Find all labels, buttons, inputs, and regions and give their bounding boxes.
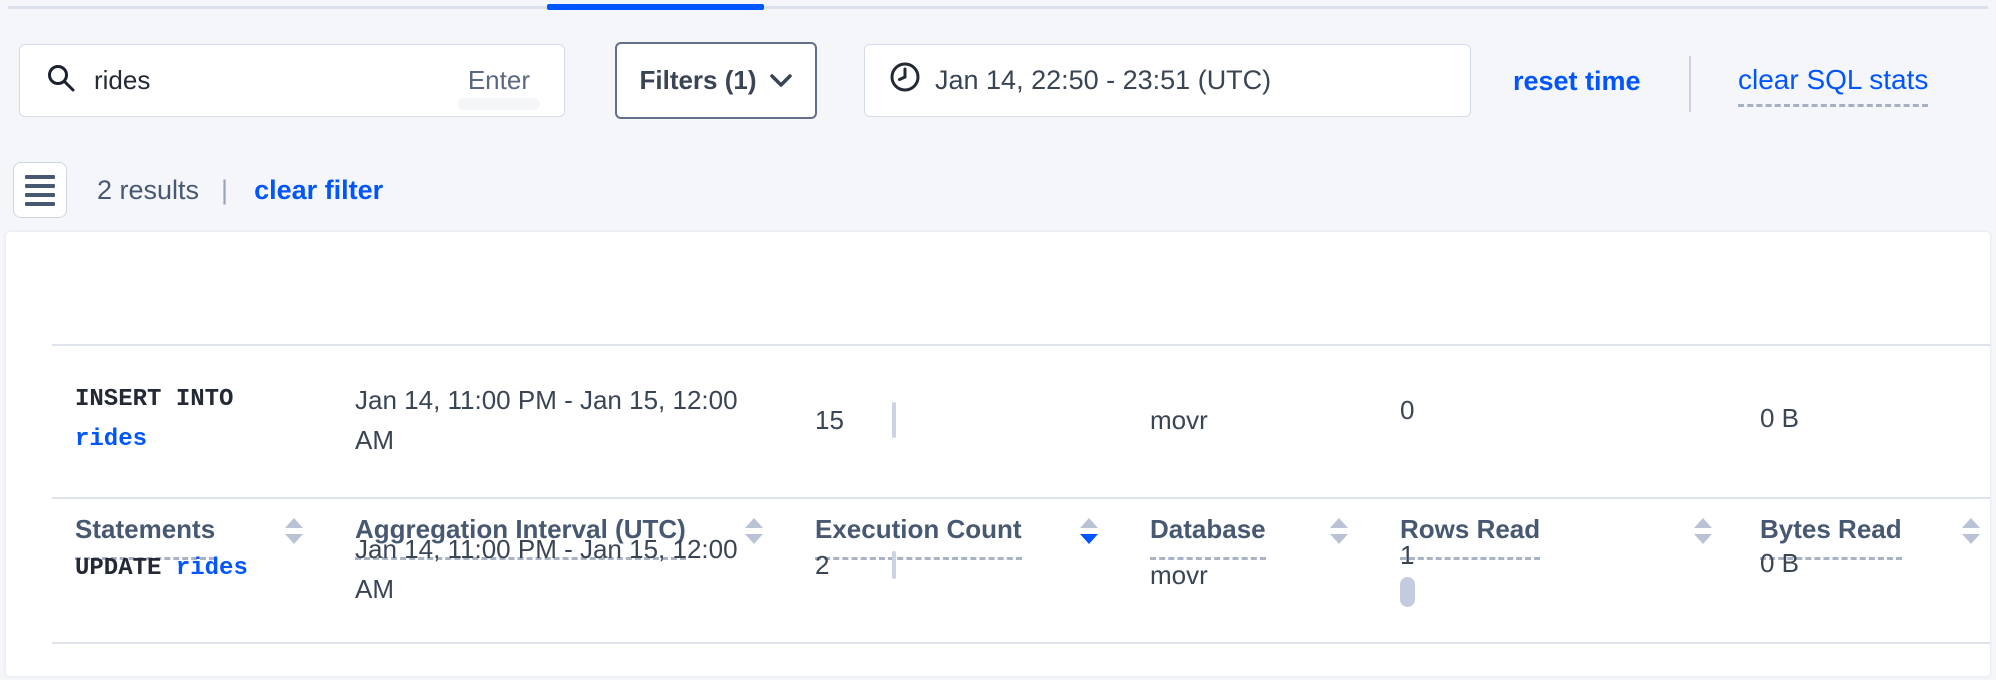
execution-count-cell: 2 [815,545,896,585]
sql-activity-page: Enter Filters (1) Jan 14, 22:50 - 23:51 … [0,0,1996,680]
bytes-read-cell: 0 B [1760,543,1799,583]
table-row[interactable]: UPDATE rides Jan 14, 11:00 PM - Jan 15, … [6,499,1990,642]
aggregation-interval-cell: Jan 14, 11:00 PM - Jan 15, 12:00 AM [355,380,755,460]
rows-read-cell: 1 [1400,535,1415,607]
tab-strip [0,0,1996,8]
rows-read-cell: 0 [1400,390,1414,430]
columns-icon [25,175,55,206]
statement-keyword: UPDATE [75,555,161,582]
chevron-down-icon [769,65,793,96]
column-selector-button[interactable] [13,162,67,218]
active-tab-indicator [547,4,764,10]
statement-cell: UPDATE rides [75,549,307,589]
table-row[interactable]: INSERT INTO rides Jan 14, 11:00 PM - Jan… [6,346,1990,497]
bytes-read-cell: 0 B [1760,398,1799,438]
search-box[interactable]: Enter [19,44,565,117]
time-range-label: Jan 14, 22:50 - 23:51 (UTC) [935,65,1271,96]
rows-read-bar [1400,577,1415,607]
rows-read-value: 0 [1400,390,1414,430]
database-cell: movr [1150,555,1208,595]
statement-keyword: INSERT INTO [75,386,233,413]
filters-button-label: Filters (1) [639,65,756,96]
results-count: 2 results [97,175,199,206]
database-cell: movr [1150,400,1208,440]
tab-strip-baseline [8,6,1988,9]
time-range-picker[interactable]: Jan 14, 22:50 - 23:51 (UTC) [864,44,1471,117]
statement-cell: INSERT INTO rides [75,380,307,460]
clear-filter-link[interactable]: clear filter [254,175,383,206]
execution-count-value: 15 [815,400,863,440]
bottom-divider [52,642,1990,644]
execution-count-bar [892,402,896,438]
statement-table-link[interactable]: rides [176,555,248,582]
execution-count-cell: 15 [815,400,896,440]
statements-table-card: Statements Aggregation Interval (UTC) Ex… [6,232,1990,676]
aggregation-interval-cell: Jan 14, 11:00 PM - Jan 15, 12:00 AM [355,529,755,609]
statement-table-link[interactable]: rides [75,426,147,453]
reset-time-link[interactable]: reset time [1513,66,1641,97]
results-bar: 2 results | clear filter [13,162,383,218]
execution-count-value: 2 [815,545,863,585]
clock-icon [889,61,921,100]
clear-sql-stats-link[interactable]: clear SQL stats [1738,64,1928,107]
results-separator: | [221,175,228,206]
toolbar: Enter Filters (1) Jan 14, 22:50 - 23:51 … [0,44,1996,118]
enter-key-hint: Enter [460,65,538,96]
rows-read-value: 1 [1400,535,1414,575]
search-icon [46,63,76,98]
filters-button[interactable]: Filters (1) [615,42,817,119]
execution-count-bar [892,551,896,579]
toolbar-divider [1689,56,1691,112]
search-input[interactable] [94,65,460,96]
